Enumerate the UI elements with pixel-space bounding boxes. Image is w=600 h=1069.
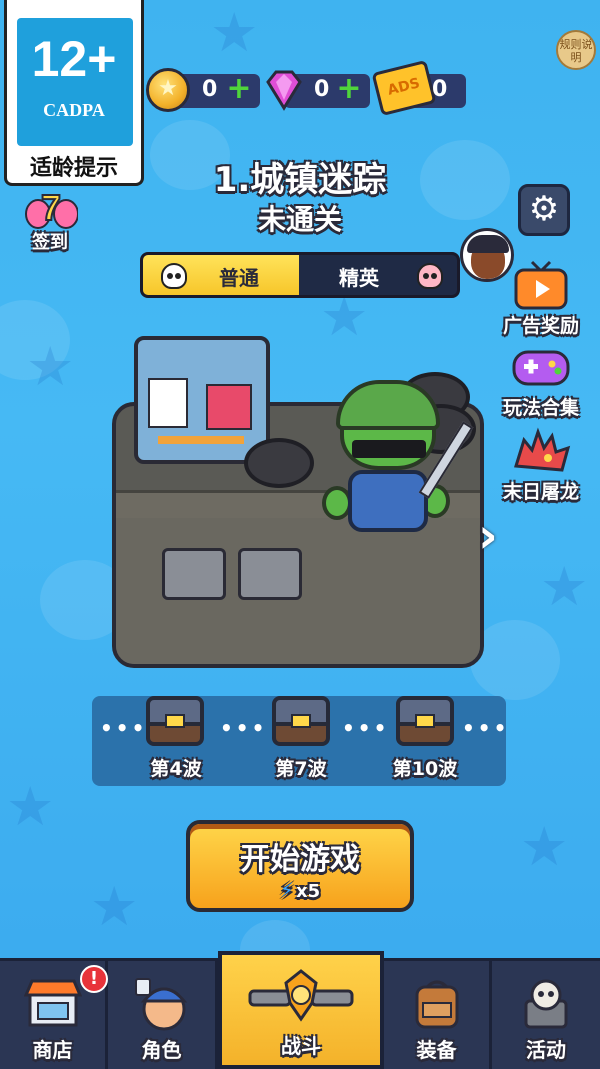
- zombie-body: [348, 470, 428, 532]
- nav-character[interactable]: 角色: [108, 961, 218, 1069]
- progress-dots: •••: [342, 716, 390, 740]
- gold-currency[interactable]: 0 +: [146, 68, 260, 112]
- bottom-nav: ! 商店 角色 战斗 装备 活动: [0, 951, 600, 1069]
- battle-icon: [248, 969, 354, 1022]
- start-game-button[interactable]: 开始游戏 ⚡ x5: [186, 820, 414, 912]
- nav-shop-label: 商店: [32, 1038, 73, 1062]
- skull-icon: [161, 263, 187, 289]
- game-modes-button[interactable]: 玩法合集: [496, 342, 586, 420]
- concrete-barrier: [162, 548, 226, 600]
- sunglasses: [352, 440, 426, 458]
- gem-value: 0: [314, 77, 330, 102]
- character-icon: [134, 978, 187, 1031]
- age-rating-number: 12+: [31, 31, 117, 87]
- rules-button[interactable]: 规则说明: [556, 30, 596, 70]
- backpack-icon: [415, 980, 458, 1029]
- nav-equipment-label: 装备: [416, 1038, 457, 1062]
- add-gem-button[interactable]: +: [336, 74, 362, 104]
- progress-dots: •••: [100, 716, 148, 740]
- level-status: 未通关: [257, 203, 342, 236]
- nav-shop[interactable]: ! 商店: [0, 961, 108, 1069]
- notice-board: [134, 336, 270, 464]
- nav-battle-label: 战斗: [281, 1034, 321, 1058]
- nav-battle[interactable]: 战斗: [218, 951, 384, 1069]
- ad-reward-button[interactable]: 广告奖励: [496, 260, 586, 338]
- tab-elite-label: 精英: [339, 266, 379, 290]
- doom-dragon-button[interactable]: 末日屠龙: [496, 426, 586, 504]
- shop-alert-badge: !: [80, 965, 108, 993]
- nav-equipment[interactable]: 装备: [384, 961, 492, 1069]
- ads-ticket-value: 0: [432, 77, 448, 102]
- level-title: 1.城镇迷踪: [213, 160, 387, 200]
- game-modes-label: 玩法合集: [502, 397, 579, 419]
- rules-label: 规则说明: [559, 38, 593, 64]
- wave-7-label: 第7波: [275, 758, 327, 780]
- add-gold-button[interactable]: +: [226, 74, 252, 104]
- ad-reward-label: 广告奖励: [502, 315, 579, 337]
- gem-currency[interactable]: 0 +: [266, 70, 370, 111]
- wave-4-chest[interactable]: [146, 696, 204, 746]
- wave-10-label: 第10波: [392, 758, 458, 780]
- next-level-arrow[interactable]: ›: [478, 508, 512, 564]
- tv-icon: [514, 260, 568, 310]
- wave-7-chest[interactable]: [272, 696, 330, 746]
- shop-icon: [23, 979, 82, 1027]
- tab-normal-label: 普通: [219, 266, 259, 290]
- energy-cost: ⚡ x5: [279, 878, 321, 902]
- gear-icon: ⚙: [528, 189, 560, 229]
- gold-value: 0: [202, 77, 218, 102]
- mode-switch: 普通 精英: [140, 252, 460, 298]
- progress-dots: •••: [220, 716, 268, 740]
- energy-bolt-icon: ⚡: [279, 878, 294, 902]
- doom-dragon-label: 末日屠龙: [502, 481, 579, 503]
- gold-coin-icon: [146, 68, 190, 112]
- start-game-label: 开始游戏: [240, 842, 360, 877]
- tire: [244, 438, 314, 488]
- gem-icon: [266, 70, 302, 111]
- nav-events-label: 活动: [526, 1038, 566, 1062]
- dragon-icon: [514, 427, 571, 472]
- nav-character-label: 角色: [141, 1038, 182, 1062]
- settings-button[interactable]: ⚙: [518, 184, 570, 236]
- concrete-barrier: [238, 548, 302, 600]
- wave-4-label: 第4波: [150, 758, 202, 780]
- wave-10-chest[interactable]: [396, 696, 454, 746]
- event-icon: [524, 979, 568, 1029]
- nav-events[interactable]: 活动: [492, 961, 600, 1069]
- progress-dots: •••: [462, 716, 510, 740]
- devil-skull-icon: [417, 263, 443, 289]
- gamepad-icon: [512, 350, 570, 386]
- age-rating-org: CADPA: [43, 100, 105, 120]
- ads-ticket-currency[interactable]: ADS 0: [371, 59, 466, 117]
